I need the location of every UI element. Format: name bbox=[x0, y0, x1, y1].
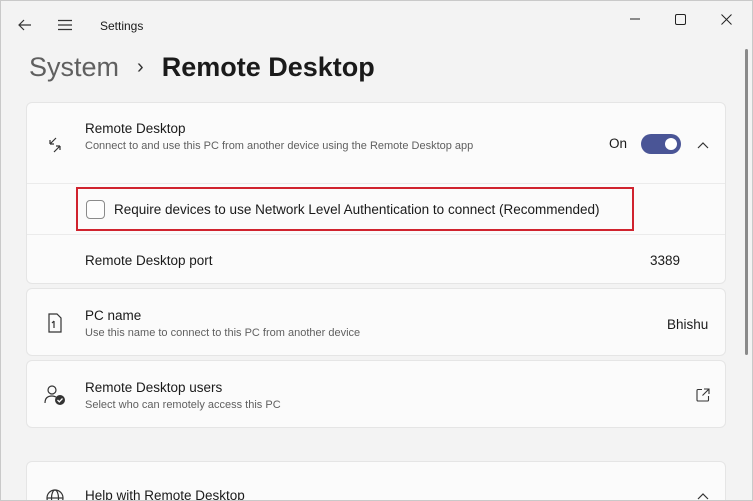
remote-desktop-icon bbox=[43, 133, 67, 157]
back-button[interactable] bbox=[9, 9, 41, 41]
back-arrow-icon bbox=[18, 19, 31, 31]
nla-checkbox-label[interactable]: Require devices to use Network Level Aut… bbox=[114, 202, 600, 217]
remote-desktop-card: Remote Desktop Connect to and use this P… bbox=[26, 102, 726, 284]
close-icon bbox=[720, 13, 732, 25]
external-link-icon bbox=[696, 388, 710, 402]
hamburger-menu-icon bbox=[58, 19, 72, 31]
remote-desktop-port-label: Remote Desktop port bbox=[85, 253, 213, 268]
remote-desktop-users-title: Remote Desktop users bbox=[85, 380, 223, 395]
minimize-icon bbox=[630, 18, 640, 20]
help-card[interactable]: Help with Remote Desktop bbox=[26, 461, 726, 501]
remote-desktop-toggle[interactable] bbox=[641, 134, 681, 154]
help-title: Help with Remote Desktop bbox=[85, 488, 245, 501]
navigation-menu-button[interactable] bbox=[49, 9, 81, 41]
maximize-icon bbox=[674, 13, 686, 25]
page-title: Remote Desktop bbox=[161, 51, 375, 82]
settings-window: Settings System › Remote Desktop Remote … bbox=[0, 0, 753, 501]
remote-desktop-port-value: 3389 bbox=[650, 253, 681, 268]
pc-name-icon bbox=[43, 311, 67, 335]
divider bbox=[27, 183, 725, 184]
app-title: Settings bbox=[100, 19, 144, 33]
minimize-button[interactable] bbox=[613, 5, 657, 33]
remote-desktop-users-card[interactable]: Remote Desktop users Select who can remo… bbox=[26, 360, 726, 428]
chevron-up-icon bbox=[697, 142, 709, 149]
nla-highlight-box: Require devices to use Network Level Aut… bbox=[76, 187, 634, 231]
nla-checkbox[interactable] bbox=[86, 200, 105, 219]
chevron-up-icon bbox=[697, 493, 709, 500]
collapse-button[interactable] bbox=[691, 133, 715, 157]
remote-desktop-users-description: Select who can remotely access this PC bbox=[85, 399, 281, 411]
pc-name-value: Bhishu bbox=[667, 317, 709, 332]
title-bar: Settings bbox=[1, 1, 752, 49]
breadcrumb-system-link[interactable]: System bbox=[29, 52, 119, 83]
close-button[interactable] bbox=[704, 5, 748, 33]
divider bbox=[27, 234, 725, 235]
maximize-button[interactable] bbox=[658, 5, 702, 33]
breadcrumb-chevron-icon: › bbox=[137, 55, 144, 78]
pc-name-card: PC name Use this name to connect to this… bbox=[26, 288, 726, 356]
remote-desktop-description: Connect to and use this PC from another … bbox=[85, 140, 474, 152]
toggle-knob bbox=[665, 138, 677, 150]
remote-desktop-row[interactable]: Remote Desktop Connect to and use this P… bbox=[27, 103, 725, 183]
vertical-scrollbar[interactable] bbox=[744, 49, 750, 359]
scrollbar-thumb[interactable] bbox=[745, 49, 748, 355]
pc-name-title: PC name bbox=[85, 308, 142, 323]
breadcrumb: System › Remote Desktop bbox=[29, 49, 375, 85]
pc-name-description: Use this name to connect to this PC from… bbox=[85, 327, 361, 339]
globe-icon bbox=[43, 486, 67, 500]
remote-desktop-title: Remote Desktop bbox=[85, 121, 186, 136]
open-external-button[interactable] bbox=[691, 383, 715, 407]
expand-help-button[interactable] bbox=[691, 484, 715, 500]
users-check-icon bbox=[43, 383, 67, 407]
toggle-state-label: On bbox=[609, 136, 628, 151]
